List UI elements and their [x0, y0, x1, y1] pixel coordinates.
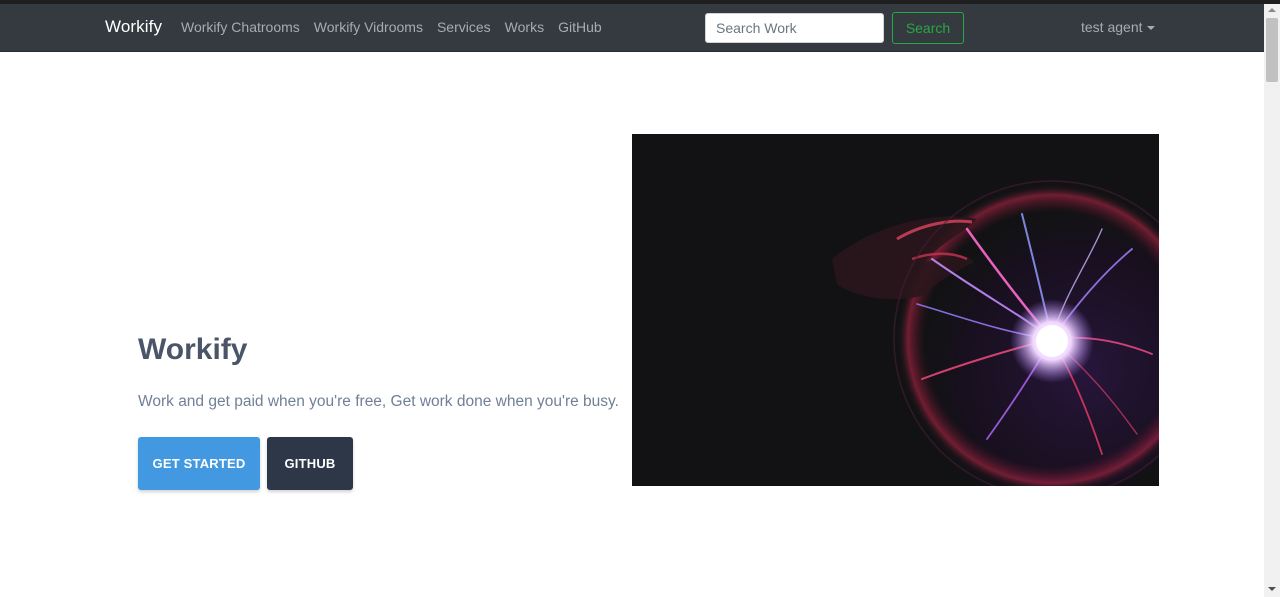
hero-title: Workify: [138, 333, 248, 366]
nav-link-services[interactable]: Services: [437, 19, 491, 35]
nav-link-chatrooms[interactable]: Workify Chatrooms: [181, 19, 300, 35]
user-name: test agent: [1081, 19, 1143, 35]
plasma-ball-illustration: [632, 134, 1159, 486]
page-scrollbar[interactable]: [1264, 4, 1280, 597]
brand-link[interactable]: Workify: [105, 17, 162, 37]
github-button[interactable]: GITHUB: [267, 437, 353, 490]
caret-down-icon: [1146, 26, 1155, 30]
get-started-button[interactable]: GET STARTED: [138, 437, 260, 490]
nav-item-works: Works: [505, 19, 544, 37]
nav-item-github: GitHub: [558, 19, 602, 37]
hero-subtitle: Work and get paid when you're free, Get …: [138, 393, 619, 410]
nav-item-vidrooms: Workify Vidrooms: [314, 19, 423, 37]
scroll-up-arrow-icon[interactable]: [1268, 8, 1276, 12]
search-button[interactable]: Search: [892, 12, 964, 44]
navbar: Workify Workify Chatrooms Workify Vidroo…: [0, 4, 1264, 52]
nav-links: Workify Chatrooms Workify Vidrooms Servi…: [181, 19, 616, 37]
nav-link-vidrooms[interactable]: Workify Vidrooms: [314, 19, 423, 35]
user-menu-toggle[interactable]: test agent: [1081, 19, 1155, 35]
scroll-down-arrow-icon[interactable]: [1268, 587, 1276, 591]
hero-image: [632, 134, 1159, 486]
search-input[interactable]: [705, 13, 884, 43]
nav-item-services: Services: [437, 19, 491, 37]
nav-link-github[interactable]: GitHub: [558, 19, 602, 35]
scrollbar-thumb[interactable]: [1266, 18, 1278, 82]
nav-item-chatrooms: Workify Chatrooms: [181, 19, 300, 37]
nav-link-works[interactable]: Works: [505, 19, 544, 35]
